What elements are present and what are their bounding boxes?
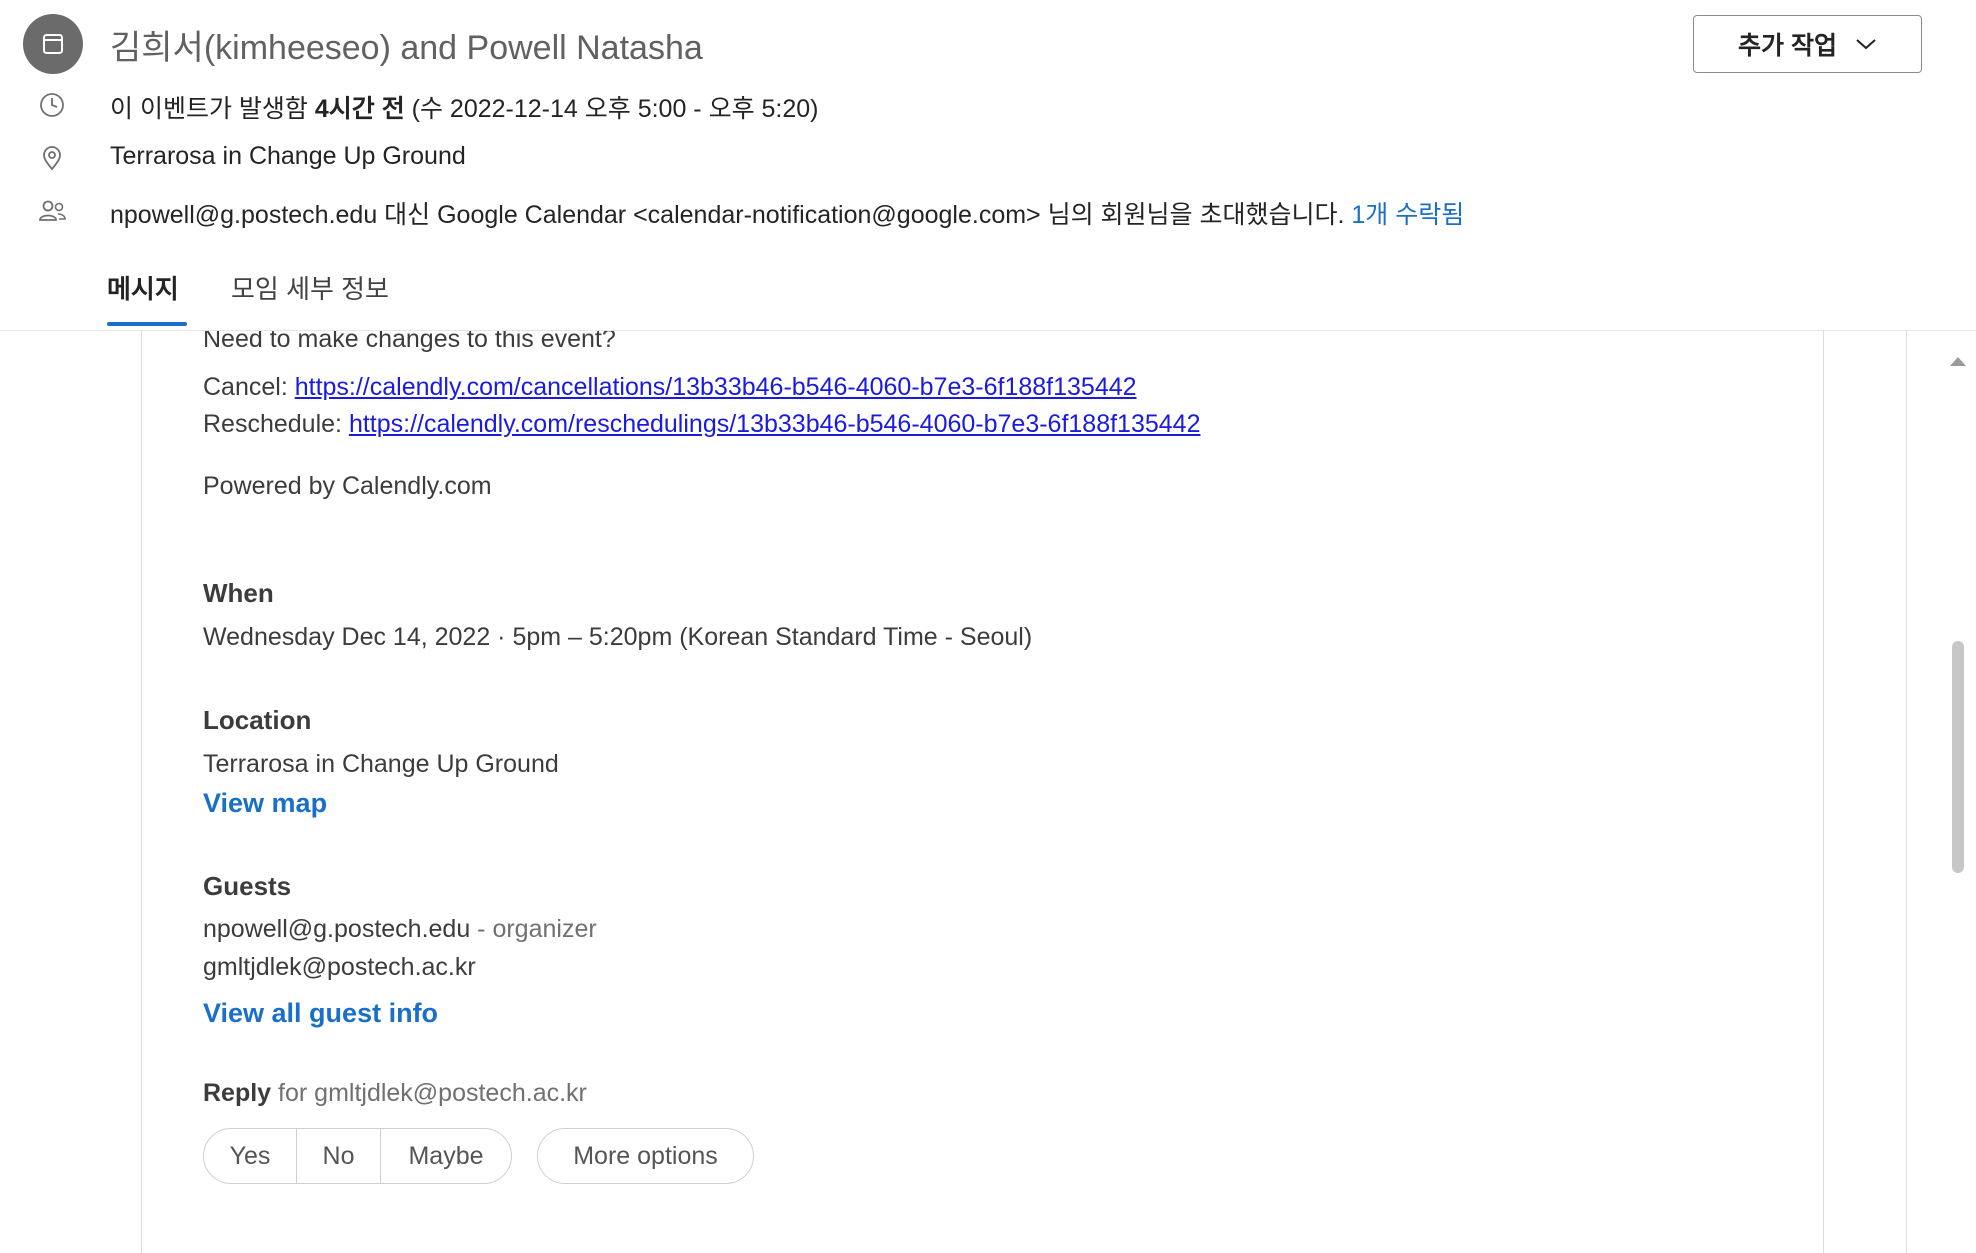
reply-yes-button[interactable]: Yes (204, 1129, 296, 1183)
view-all-guests-link[interactable]: View all guest info (203, 998, 438, 1029)
reply-line: Reply for gmltjdlek@postech.ac.kr (203, 1079, 587, 1108)
guest-email: npowell@g.postech.edu (203, 915, 471, 943)
event-invite-row: npowell@g.postech.edu 대신 Google Calendar… (0, 191, 1900, 231)
message-body-scroll[interactable]: Need to make changes to this event? Canc… (0, 331, 1976, 1253)
scrollbar-track-divider (1906, 331, 1907, 1253)
message-card (141, 331, 1824, 1253)
reply-maybe-button[interactable]: Maybe (380, 1129, 511, 1183)
event-location: Terrarosa in Change Up Ground (110, 142, 466, 170)
invite-text: npowell@g.postech.edu 대신 Google Calendar… (110, 201, 1345, 229)
time-relative: 4시간 전 (314, 95, 405, 123)
scrollbar-thumb[interactable] (1952, 641, 1964, 873)
when-value: Wednesday Dec 14, 2022 · 5pm – 5:20pm (K… (203, 623, 1033, 651)
powered-by: Powered by Calendly.com (203, 472, 492, 500)
reply-for: for gmltjdlek@postech.ac.kr (271, 1079, 587, 1107)
event-header: 김희서(kimheeseo) and Powell Natasha 추가 작업 … (0, 0, 1976, 331)
time-range: (수 2022-12-14 오후 5:00 - 오후 5:20) (404, 95, 819, 123)
reschedule-label: Reschedule: (203, 410, 349, 438)
scroll-up-arrow-icon[interactable] (1950, 357, 1966, 366)
reply-label: Reply (203, 1079, 272, 1107)
time-prefix: 이 이벤트가 발생함 (110, 95, 315, 123)
changes-text: Need to make changes to this event? (203, 331, 616, 353)
guest-role: - organizer (470, 915, 597, 943)
reply-button-group: Yes No Maybe (203, 1128, 512, 1184)
cancel-line: Cancel: https://calendly.com/cancellatio… (203, 373, 1137, 402)
people-icon (36, 195, 68, 227)
location-value: Terrarosa in Change Up Ground (203, 750, 559, 778)
location-pin-icon (36, 142, 68, 174)
active-tab-indicator (107, 322, 187, 326)
when-heading: When (203, 578, 274, 608)
accepted-count-link[interactable]: 1개 수락됨 (1351, 201, 1464, 229)
cancel-link[interactable]: https://calendly.com/cancellations/13b33… (295, 373, 1137, 401)
tab-message[interactable]: 메시지 (107, 269, 179, 306)
reschedule-line: Reschedule: https://calendly.com/resched… (203, 410, 1200, 439)
reply-no-button[interactable]: No (296, 1129, 380, 1183)
clock-icon (36, 89, 68, 121)
cancel-label: Cancel: (203, 373, 295, 401)
event-location-row: Terrarosa in Change Up Ground (0, 138, 1900, 178)
tab-meeting-details[interactable]: 모임 세부 정보 (231, 269, 389, 306)
event-time-row: 이 이벤트가 발생함 4시간 전 (수 2022-12-14 오후 5:00 -… (0, 85, 1900, 125)
event-title: 김희서(kimheeseo) and Powell Natasha (110, 29, 703, 67)
more-actions-label: 추가 작업 (1738, 32, 1837, 60)
chevron-down-icon (1856, 39, 1876, 50)
guests-heading: Guests (203, 871, 292, 901)
more-options-button[interactable]: More options (537, 1128, 754, 1184)
view-map-link[interactable]: View map (203, 788, 327, 819)
guest-email: gmltjdlek@postech.ac.kr (203, 953, 476, 981)
calendar-icon (23, 14, 83, 74)
location-heading: Location (203, 705, 312, 735)
reschedule-link[interactable]: https://calendly.com/reschedulings/13b33… (349, 410, 1201, 438)
guest-organizer: npowell@g.postech.edu - organizer (203, 915, 597, 944)
more-actions-button[interactable]: 추가 작업 (1693, 15, 1922, 73)
